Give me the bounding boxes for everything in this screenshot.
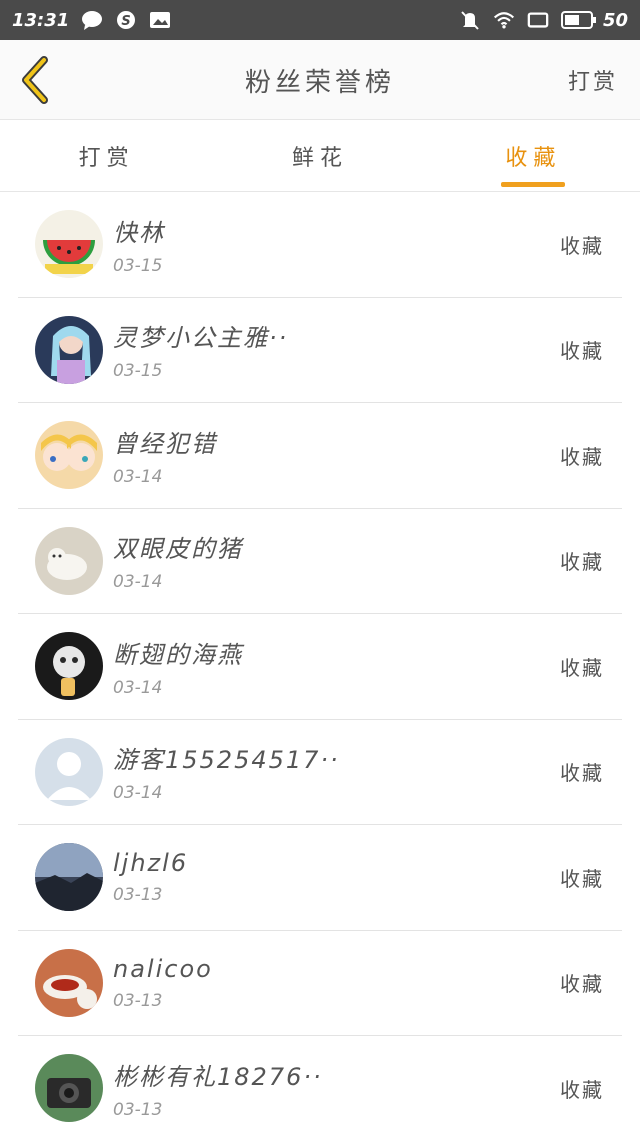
page-title: 粉丝荣誉榜 [244,67,395,98]
favorite-label: 收藏 [560,233,604,258]
favorite-label: 收藏 [560,550,604,575]
battery-indicator: 50 [560,9,628,31]
status-bar: 13:31 S 50 [0,0,640,40]
avatar [35,843,103,912]
back-button[interactable] [0,40,70,120]
tab-reward[interactable]: 打赏 [0,120,213,191]
status-time: 13:31 [12,9,70,31]
wifi-icon [493,9,515,31]
fan-name: 断翅的海燕 [113,640,243,669]
favorite-label: 收藏 [560,761,604,786]
list-item[interactable]: 灵梦小公主雅·· 03-15 收藏 [18,298,622,403]
battery-icon [560,11,596,29]
avatar [35,632,103,701]
fan-name: 快林 [113,218,165,247]
app-notification-icon: S [115,9,137,31]
fan-date: 03-13 [113,990,163,1011]
fan-name: 曾经犯错 [113,429,217,458]
fan-date: 03-13 [113,885,163,906]
app-header: 粉丝荣誉榜 打赏 [0,40,640,120]
fan-name: nalicoo [113,954,213,983]
screen-icon [527,9,549,31]
reward-button[interactable]: 打赏 [568,64,640,96]
list-item[interactable]: 快林 03-15 收藏 [18,192,622,298]
favorite-label: 收藏 [560,339,604,364]
image-notification-icon [149,9,171,31]
list-item[interactable]: 断翅的海燕 03-14 收藏 [18,614,622,720]
svg-text:S: S [122,14,131,29]
avatar [35,315,103,384]
fan-date: 03-14 [113,677,163,698]
chat-icon [81,9,103,31]
list-item[interactable]: 双眼皮的猪 03-14 收藏 [18,509,622,614]
favorite-label: 收藏 [560,655,604,680]
fan-name: 灵梦小公主雅·· [113,324,289,353]
list-item[interactable]: 游客155254517·· 03-14 收藏 [18,720,622,825]
battery-level: 50 [602,9,628,31]
list-item[interactable]: ljhzl6 03-13 收藏 [18,825,622,931]
fan-date: 03-15 [113,255,163,276]
mute-icon [459,9,481,31]
avatar [35,948,103,1017]
list-item[interactable]: nalicoo 03-13 收藏 [18,931,622,1036]
tab-favorites[interactable]: 收藏 [427,120,640,191]
favorite-label: 收藏 [560,444,604,469]
fan-name: ljhzl6 [113,849,189,878]
list-item[interactable]: 曾经犯错 03-14 收藏 [18,403,622,509]
fan-date: 03-14 [113,466,163,487]
avatar [35,421,103,490]
fan-name: 彬彬有礼18276·· [113,1062,323,1091]
fan-list: 快林 03-15 收藏 灵梦小公主雅·· 03-15 收藏 曾经犯错 03-14… [0,192,640,1138]
fan-date: 03-14 [113,572,163,593]
fan-date: 03-15 [113,361,163,382]
avatar [35,210,103,279]
avatar [35,1054,103,1123]
fan-name: 双眼皮的猪 [113,535,243,564]
avatar [35,526,103,595]
tab-flowers[interactable]: 鲜花 [213,120,426,191]
back-arrow-icon [22,55,48,104]
avatar [35,737,103,806]
list-item[interactable]: 彬彬有礼18276·· 03-13 收藏 [18,1036,622,1138]
favorite-label: 收藏 [560,972,604,997]
fan-date: 03-13 [113,1099,163,1120]
tab-bar: 打赏 鲜花 收藏 [0,120,640,192]
fan-name: 游客155254517·· [113,746,340,775]
fan-date: 03-14 [113,783,163,804]
favorite-label: 收藏 [560,1077,604,1102]
favorite-label: 收藏 [560,866,604,891]
